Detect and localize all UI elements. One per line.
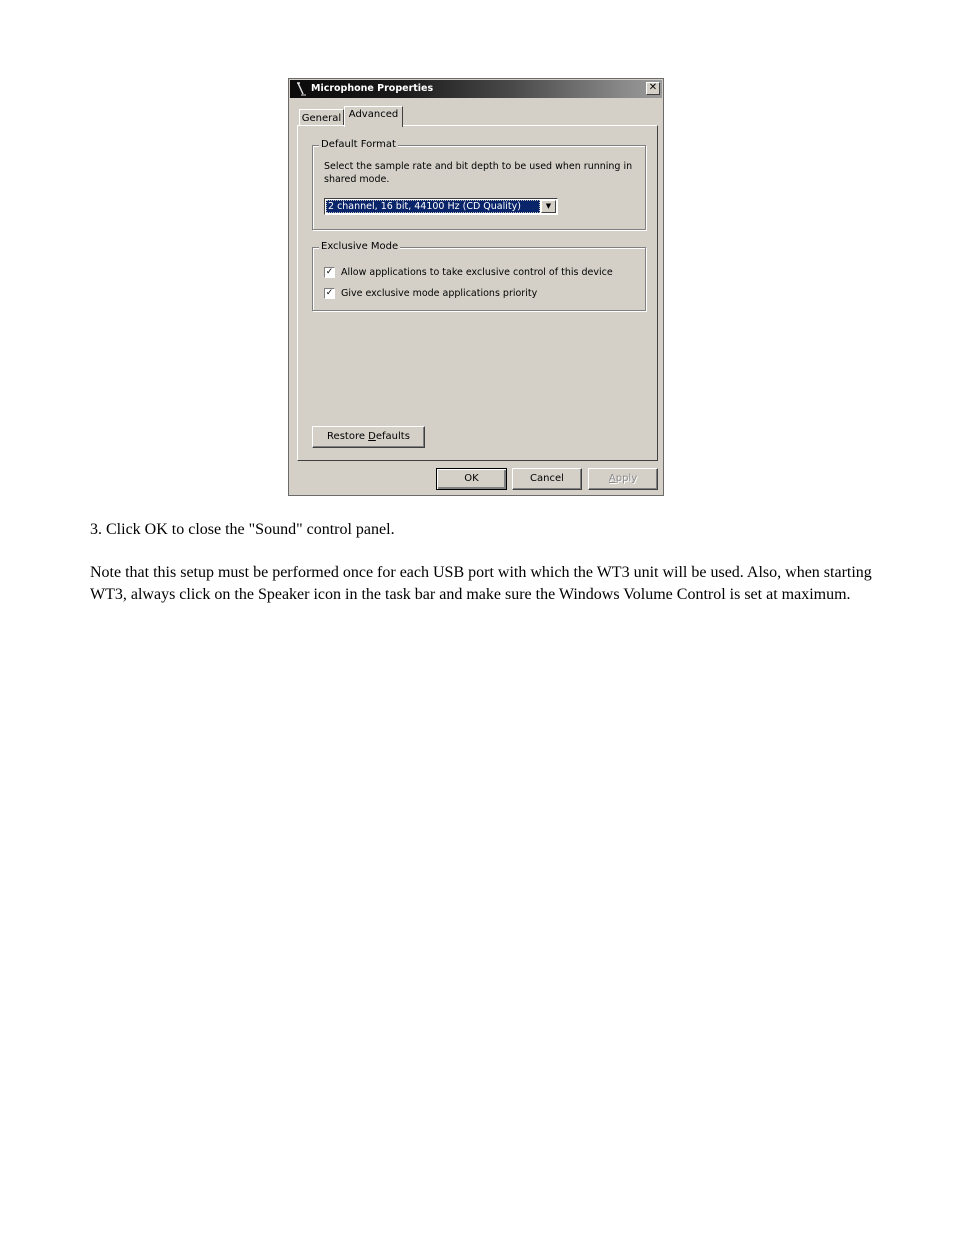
ok-button[interactable]: OK xyxy=(436,468,507,490)
default-format-label: Default Format xyxy=(319,139,398,150)
title-bar[interactable]: Microphone Properties ✕ xyxy=(290,80,662,98)
exclusive-priority-label[interactable]: Give exclusive mode applications priorit… xyxy=(341,288,537,299)
default-format-description: Select the sample rate and bit depth to … xyxy=(324,161,633,185)
allow-exclusive-control-label[interactable]: Allow applications to take exclusive con… xyxy=(341,267,613,278)
exclusive-priority-checkbox[interactable]: ✓ xyxy=(324,288,335,299)
cancel-button[interactable]: Cancel xyxy=(512,468,582,490)
microphone-properties-dialog: Microphone Properties ✕ General Advanced… xyxy=(288,78,664,496)
exclusive-mode-label: Exclusive Mode xyxy=(319,241,401,252)
allow-exclusive-control-checkbox[interactable]: ✓ xyxy=(324,267,335,278)
exclusive-mode-group: Exclusive Mode ✓ Allow applications to t… xyxy=(312,241,646,311)
microphone-icon xyxy=(297,82,306,96)
advanced-tab-panel: Default Format Select the sample rate an… xyxy=(297,125,658,461)
check-icon: ✓ xyxy=(325,288,334,298)
tab-advanced[interactable]: Advanced xyxy=(344,106,403,127)
sample-format-value: 2 channel, 16 bit, 44100 Hz (CD Quality) xyxy=(326,200,540,213)
step-instruction: 3. Click OK to close the "Sound" control… xyxy=(90,521,395,538)
close-button[interactable]: ✕ xyxy=(646,82,660,95)
check-icon: ✓ xyxy=(325,267,334,277)
restore-label-part: Restore xyxy=(327,431,369,442)
dropdown-button[interactable]: ▼ xyxy=(541,200,556,213)
close-icon: ✕ xyxy=(648,82,658,93)
dialog-title: Microphone Properties xyxy=(311,83,434,94)
apply-button[interactable]: Apply xyxy=(588,468,658,490)
setup-note: Note that this setup must be performed o… xyxy=(90,564,872,603)
chevron-down-icon: ▼ xyxy=(545,202,552,210)
sample-format-dropdown[interactable]: 2 channel, 16 bit, 44100 Hz (CD Quality)… xyxy=(324,198,558,215)
tab-general[interactable]: General xyxy=(299,109,344,126)
restore-label-part: efaults xyxy=(375,431,410,442)
default-format-group: Default Format Select the sample rate an… xyxy=(312,139,646,230)
restore-defaults-button[interactable]: Restore Defaults xyxy=(312,426,425,448)
apply-label-part: pply xyxy=(615,473,638,484)
apply-accelerator: A xyxy=(608,473,616,484)
restore-accelerator: D xyxy=(368,431,376,442)
